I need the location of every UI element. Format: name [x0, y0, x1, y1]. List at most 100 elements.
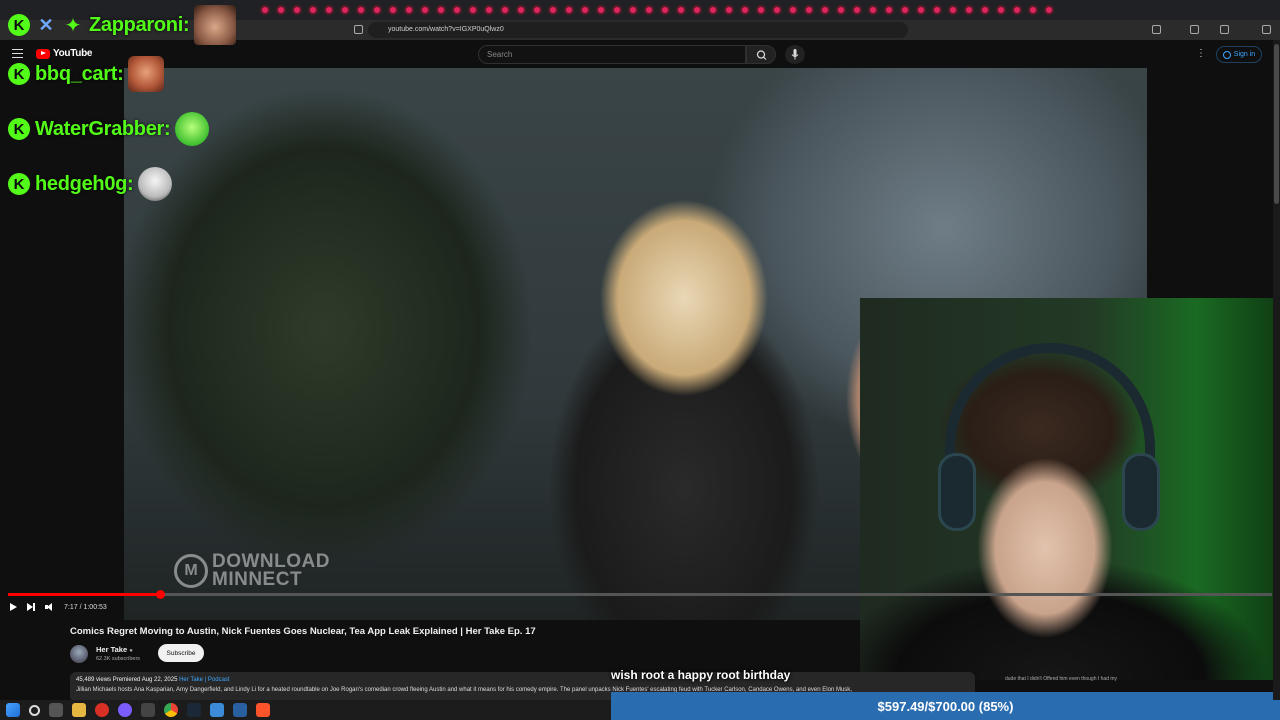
- tab-favicon-icon[interactable]: [868, 5, 878, 15]
- app-icon[interactable]: [233, 703, 247, 717]
- video-title: Comics Regret Moving to Austin, Nick Fue…: [70, 626, 536, 637]
- tab-favicon-icon[interactable]: [980, 5, 990, 15]
- more-options-icon[interactable]: ⋮: [1196, 48, 1206, 59]
- voice-search-button[interactable]: [785, 45, 805, 64]
- browser-menu-icon[interactable]: [1262, 25, 1271, 34]
- chat-message: K bbq_cart:: [8, 56, 165, 92]
- sign-in-button[interactable]: Sign in: [1216, 46, 1262, 63]
- tab-favicon-icon[interactable]: [772, 5, 782, 15]
- tab-favicon-icon[interactable]: [884, 5, 894, 15]
- tab-favicon-icon[interactable]: [1012, 5, 1022, 15]
- app-icon[interactable]: [95, 703, 109, 717]
- side-chat-text: dude that I didn't Offend him even thoug…: [1005, 676, 1118, 682]
- tab-favicon-icon[interactable]: [628, 5, 638, 15]
- chat-message: K ✕ ✦ Zapparoni:: [8, 5, 237, 45]
- kick-badge-icon: K: [8, 63, 30, 85]
- chat-username: WaterGrabber:: [35, 117, 171, 140]
- tab-favicon-icon[interactable]: [388, 5, 398, 15]
- laughing-emote-icon: [175, 112, 210, 146]
- tab-favicon-icon[interactable]: [916, 5, 926, 15]
- chat-username: hedgeh0g:: [35, 172, 134, 195]
- tab-favicon-icon[interactable]: [564, 5, 574, 15]
- tab-favicon-icon[interactable]: [804, 5, 814, 15]
- tab-favicon-icon[interactable]: [1028, 5, 1038, 15]
- channel-name[interactable]: Her Take ●: [96, 645, 133, 654]
- task-view-icon[interactable]: [49, 703, 63, 717]
- tab-favicon-icon[interactable]: [596, 5, 606, 15]
- brave-icon[interactable]: [256, 703, 270, 717]
- tab-favicon-icon[interactable]: [612, 5, 622, 15]
- tab-favicon-icon[interactable]: [644, 5, 654, 15]
- scrollbar-thumb[interactable]: [1274, 44, 1279, 204]
- tab-favicon-icon[interactable]: [340, 5, 350, 15]
- subscribe-button[interactable]: Subscribe: [158, 644, 204, 662]
- progress-bar[interactable]: [8, 593, 1272, 596]
- tab-favicon-icon[interactable]: [452, 5, 462, 15]
- chrome-icon[interactable]: [164, 703, 178, 717]
- app-icon[interactable]: [141, 703, 155, 717]
- donation-goal-bar: $597.49/$700.00 (85%): [611, 692, 1280, 720]
- search-button[interactable]: [746, 45, 776, 64]
- tab-favicon-icon[interactable]: [516, 5, 526, 15]
- tab-favicon-icon[interactable]: [788, 5, 798, 15]
- tab-favicon-icon[interactable]: [660, 5, 670, 15]
- extensions-icon[interactable]: [1152, 25, 1161, 34]
- kick-badge-icon: K: [8, 14, 30, 36]
- tab-favicon-icon[interactable]: [676, 5, 686, 15]
- tab-favicon-icon[interactable]: [756, 5, 766, 15]
- sword-badge-icon: ✕: [38, 14, 54, 35]
- windows-start-icon[interactable]: [6, 703, 20, 717]
- tab-favicon-icon[interactable]: [404, 5, 414, 15]
- progress-scrubber[interactable]: [155, 590, 165, 599]
- tab-favicon-icon[interactable]: [820, 5, 830, 15]
- tab-favicon-icon[interactable]: [836, 5, 846, 15]
- address-bar[interactable]: youtube.com/watch?v=IGXP0uQlwz0: [368, 22, 908, 38]
- search-icon[interactable]: [29, 704, 40, 716]
- sign-in-label: Sign in: [1233, 51, 1256, 58]
- live-caption: wish root a happy root birthday: [611, 668, 791, 682]
- watermark-logo-icon: M: [174, 554, 208, 588]
- volume-icon[interactable]: [45, 603, 54, 611]
- tab-favicon-icon[interactable]: [900, 5, 910, 15]
- tab-favicon-icon[interactable]: [372, 5, 382, 15]
- file-explorer-icon[interactable]: [72, 703, 86, 717]
- steam-icon[interactable]: [187, 703, 201, 717]
- profile-icon[interactable]: [1220, 25, 1229, 34]
- hashtags-link[interactable]: Her Take | Podcast: [179, 677, 229, 683]
- tab-favicon-icon[interactable]: [996, 5, 1006, 15]
- tab-favicon-icon[interactable]: [324, 5, 334, 15]
- tab-favicon-icon[interactable]: [852, 5, 862, 15]
- tab-favicon-icon[interactable]: [468, 5, 478, 15]
- tab-favicon-icon[interactable]: [1044, 5, 1054, 15]
- tab-favicon-icon[interactable]: [292, 5, 302, 15]
- tab-favicon-icon[interactable]: [948, 5, 958, 15]
- tab-favicon-icon[interactable]: [724, 5, 734, 15]
- tab-favicon-icon[interactable]: [260, 5, 270, 15]
- premiere-date: Premiered Aug 22, 2025: [112, 677, 178, 683]
- tab-favicon-icon[interactable]: [580, 5, 590, 15]
- tab-favicon-icon[interactable]: [932, 5, 942, 15]
- play-icon[interactable]: [10, 603, 17, 611]
- tab-favicon-icon[interactable]: [420, 5, 430, 15]
- tab-favicon-icon[interactable]: [548, 5, 558, 15]
- app-icon[interactable]: [210, 703, 224, 717]
- tab-favicon-icon[interactable]: [532, 5, 542, 15]
- watermark-line2: MINNECT: [212, 569, 303, 590]
- tab-favicon-icon[interactable]: [500, 5, 510, 15]
- tab-favicon-icon[interactable]: [964, 5, 974, 15]
- tab-favicon-icon[interactable]: [484, 5, 494, 15]
- tab-favicon-icon[interactable]: [692, 5, 702, 15]
- bookmark-icon[interactable]: [354, 25, 363, 34]
- discord-icon[interactable]: [118, 703, 132, 717]
- downloads-icon[interactable]: [1190, 25, 1199, 34]
- tab-favicon-icon[interactable]: [436, 5, 446, 15]
- tab-favicon-icon[interactable]: [708, 5, 718, 15]
- kick-badge-icon: K: [8, 173, 30, 195]
- tab-favicon-icon[interactable]: [276, 5, 286, 15]
- tab-favicon-icon[interactable]: [356, 5, 366, 15]
- tab-favicon-icon[interactable]: [740, 5, 750, 15]
- channel-avatar[interactable]: [70, 645, 88, 663]
- search-input[interactable]: Search: [478, 45, 746, 64]
- tab-favicon-icon[interactable]: [308, 5, 318, 15]
- next-icon[interactable]: [27, 603, 35, 611]
